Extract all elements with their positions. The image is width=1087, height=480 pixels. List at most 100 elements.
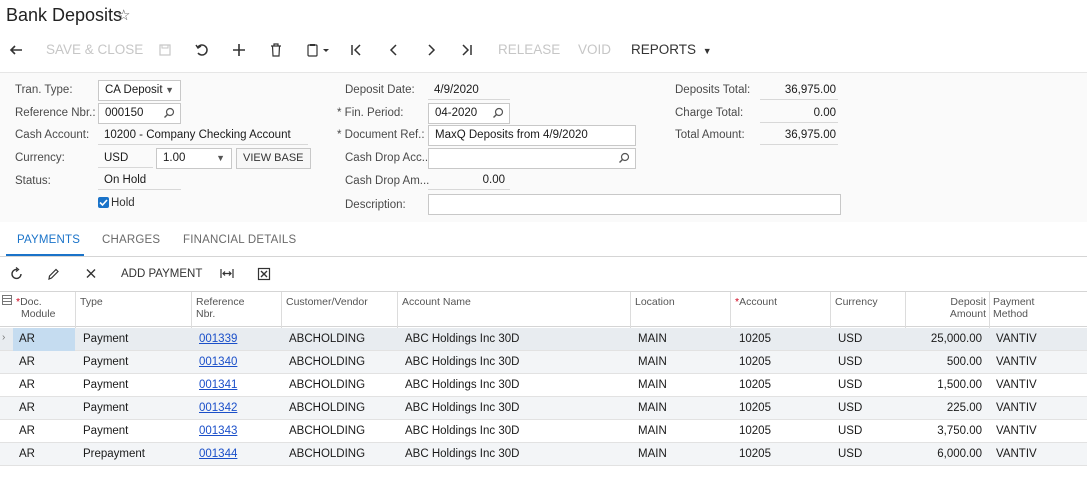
cash-drop-acc-label: Cash Drop Acc... xyxy=(345,152,432,164)
table-row[interactable]: AR Payment 001343 ABCHOLDING ABC Holdings In… xyxy=(0,420,1087,443)
edit-icon[interactable] xyxy=(46,265,60,283)
cell-reference-nbr[interactable]: 001344 xyxy=(199,448,237,460)
cell-payment-method: VANTIV xyxy=(996,425,1037,437)
description-input[interactable] xyxy=(428,194,841,215)
col-account-name[interactable]: Account Name xyxy=(402,296,471,308)
cell-customer-vendor: ABCHOLDING xyxy=(289,356,366,368)
tab-financial-details[interactable]: FINANCIAL DETAILS xyxy=(183,234,296,246)
cell-type: Payment xyxy=(83,379,129,391)
col-deposit-amount[interactable]: Deposit Amount xyxy=(910,296,986,320)
add-payment-button[interactable]: ADD PAYMENT xyxy=(121,265,202,283)
table-row[interactable]: › AR Payment 001339 ABCHOLDING ABC Holdings I… xyxy=(0,328,1087,351)
fit-columns-icon[interactable] xyxy=(219,265,235,283)
previous-record-icon[interactable] xyxy=(388,40,400,60)
deposits-total-value: 36,975.00 xyxy=(760,80,838,100)
add-icon[interactable] xyxy=(231,40,247,60)
tab-charges[interactable]: CHARGES xyxy=(102,234,160,246)
next-record-icon[interactable] xyxy=(425,40,437,60)
delete-row-icon[interactable] xyxy=(84,265,98,283)
view-base-button[interactable]: VIEW BASE xyxy=(236,148,311,169)
tran-type-label: Tran. Type: xyxy=(15,84,73,96)
hold-label: Hold xyxy=(111,197,135,209)
cell-account-name: ABC Holdings Inc 30D xyxy=(405,356,520,368)
table-row[interactable]: AR Prepayment 001344 ABCHOLDING ABC Holdings… xyxy=(0,443,1087,466)
document-ref-input[interactable]: MaxQ Deposits from 4/9/2020 xyxy=(428,125,636,146)
cell-customer-vendor: ABCHOLDING xyxy=(289,402,366,414)
cell-type: Payment xyxy=(83,402,129,414)
cell-account-name: ABC Holdings Inc 30D xyxy=(405,379,520,391)
refresh-icon[interactable] xyxy=(10,265,24,283)
search-icon[interactable] xyxy=(163,107,175,126)
col-type[interactable]: Type xyxy=(80,296,103,308)
active-tab-indicator xyxy=(6,254,84,256)
first-record-icon[interactable] xyxy=(349,40,363,60)
cash-account-field[interactable]: 10200 - Company Checking Account xyxy=(98,125,308,145)
cell-type: Prepayment xyxy=(83,448,146,460)
tran-type-select[interactable]: CA Deposit ▼ xyxy=(98,80,181,101)
col-location[interactable]: Location xyxy=(635,296,675,308)
release-button[interactable]: RELEASE xyxy=(498,40,560,60)
fin-period-label: * Fin. Period: xyxy=(337,107,404,119)
col-customer-vendor[interactable]: Customer/Vendor xyxy=(286,296,368,308)
cell-reference-nbr[interactable]: 001340 xyxy=(199,356,237,368)
void-button[interactable]: VOID xyxy=(578,40,611,60)
cell-type: Payment xyxy=(83,356,129,368)
grid-header: *Doc. Module Type Reference Nbr. Customer/… xyxy=(0,291,1087,328)
chevron-down-icon: ▼ xyxy=(216,153,225,163)
title-bar: Bank Deposits ☆ xyxy=(0,0,1087,30)
cell-customer-vendor: ABCHOLDING xyxy=(289,333,366,345)
tab-payments[interactable]: PAYMENTS xyxy=(17,234,80,246)
cell-account: 10205 xyxy=(739,448,771,460)
cell-reference-nbr[interactable]: 001342 xyxy=(199,402,237,414)
cell-account: 10205 xyxy=(739,425,771,437)
ref-nbr-input[interactable]: 000150 xyxy=(98,103,181,124)
status-label: Status: xyxy=(15,175,51,187)
delete-icon[interactable] xyxy=(269,40,283,60)
cash-drop-amount-field[interactable]: 0.00 xyxy=(428,170,510,190)
table-row[interactable]: AR Payment 001341 ABCHOLDING ABC Holdings In… xyxy=(0,374,1087,397)
back-arrow-icon[interactable] xyxy=(8,40,24,60)
current-row-icon: › xyxy=(2,332,6,343)
tran-type-value: CA Deposit xyxy=(105,84,163,96)
export-excel-icon[interactable] xyxy=(257,265,271,283)
cell-account-name: ABC Holdings Inc 30D xyxy=(405,448,520,460)
last-record-icon[interactable] xyxy=(460,40,474,60)
col-currency[interactable]: Currency xyxy=(835,296,878,308)
cell-doc-module: AR xyxy=(19,448,35,460)
col-payment-method[interactable]: Payment Method xyxy=(993,296,1034,320)
table-row[interactable]: AR Payment 001340 ABCHOLDING ABC Holdings In… xyxy=(0,351,1087,374)
cash-drop-acc-input[interactable] xyxy=(428,148,636,169)
search-icon[interactable] xyxy=(618,152,630,171)
currency-rate-select[interactable]: 1.00 ▼ xyxy=(156,148,232,169)
deposit-date-field[interactable]: 4/9/2020 xyxy=(428,80,510,100)
detail-tabs: PAYMENTS CHARGES FINANCIAL DETAILS xyxy=(0,226,1087,257)
cell-location: MAIN xyxy=(638,379,667,391)
search-icon[interactable] xyxy=(492,107,504,126)
cell-account-name: ABC Holdings Inc 30D xyxy=(405,333,520,345)
cell-location: MAIN xyxy=(638,425,667,437)
fin-period-input[interactable]: 04-2020 xyxy=(428,103,510,124)
undo-icon[interactable] xyxy=(194,40,210,60)
column-settings-icon[interactable] xyxy=(2,295,12,308)
reports-menu[interactable]: REPORTS ▼ xyxy=(631,40,712,60)
table-row[interactable]: AR Payment 001342 ABCHOLDING ABC Holdings In… xyxy=(0,397,1087,420)
save-icon[interactable] xyxy=(158,40,172,60)
chevron-down-icon: ▼ xyxy=(165,85,174,95)
col-account[interactable]: *Account xyxy=(735,296,777,308)
col-doc-module[interactable]: *Doc. Module xyxy=(16,296,55,320)
cell-reference-nbr[interactable]: 001339 xyxy=(199,333,237,345)
col-reference-nbr[interactable]: Reference Nbr. xyxy=(196,296,244,320)
hold-checkbox[interactable] xyxy=(98,197,109,208)
star-icon[interactable]: ☆ xyxy=(117,6,130,24)
cash-drop-amount-label: Cash Drop Am... xyxy=(345,175,430,187)
cell-doc-module: AR xyxy=(19,333,35,345)
save-close-button[interactable]: SAVE & CLOSE xyxy=(46,40,143,60)
cell-reference-nbr[interactable]: 001343 xyxy=(199,425,237,437)
cell-reference-nbr[interactable]: 001341 xyxy=(199,379,237,391)
cell-currency: USD xyxy=(838,379,863,391)
clipboard-icon[interactable] xyxy=(306,40,332,60)
cell-location: MAIN xyxy=(638,402,667,414)
currency-field[interactable]: USD xyxy=(98,148,153,168)
cell-account: 10205 xyxy=(739,402,771,414)
toolbar: SAVE & CLOSE RELEASE VOID REPORTS ▼ xyxy=(0,36,1087,64)
